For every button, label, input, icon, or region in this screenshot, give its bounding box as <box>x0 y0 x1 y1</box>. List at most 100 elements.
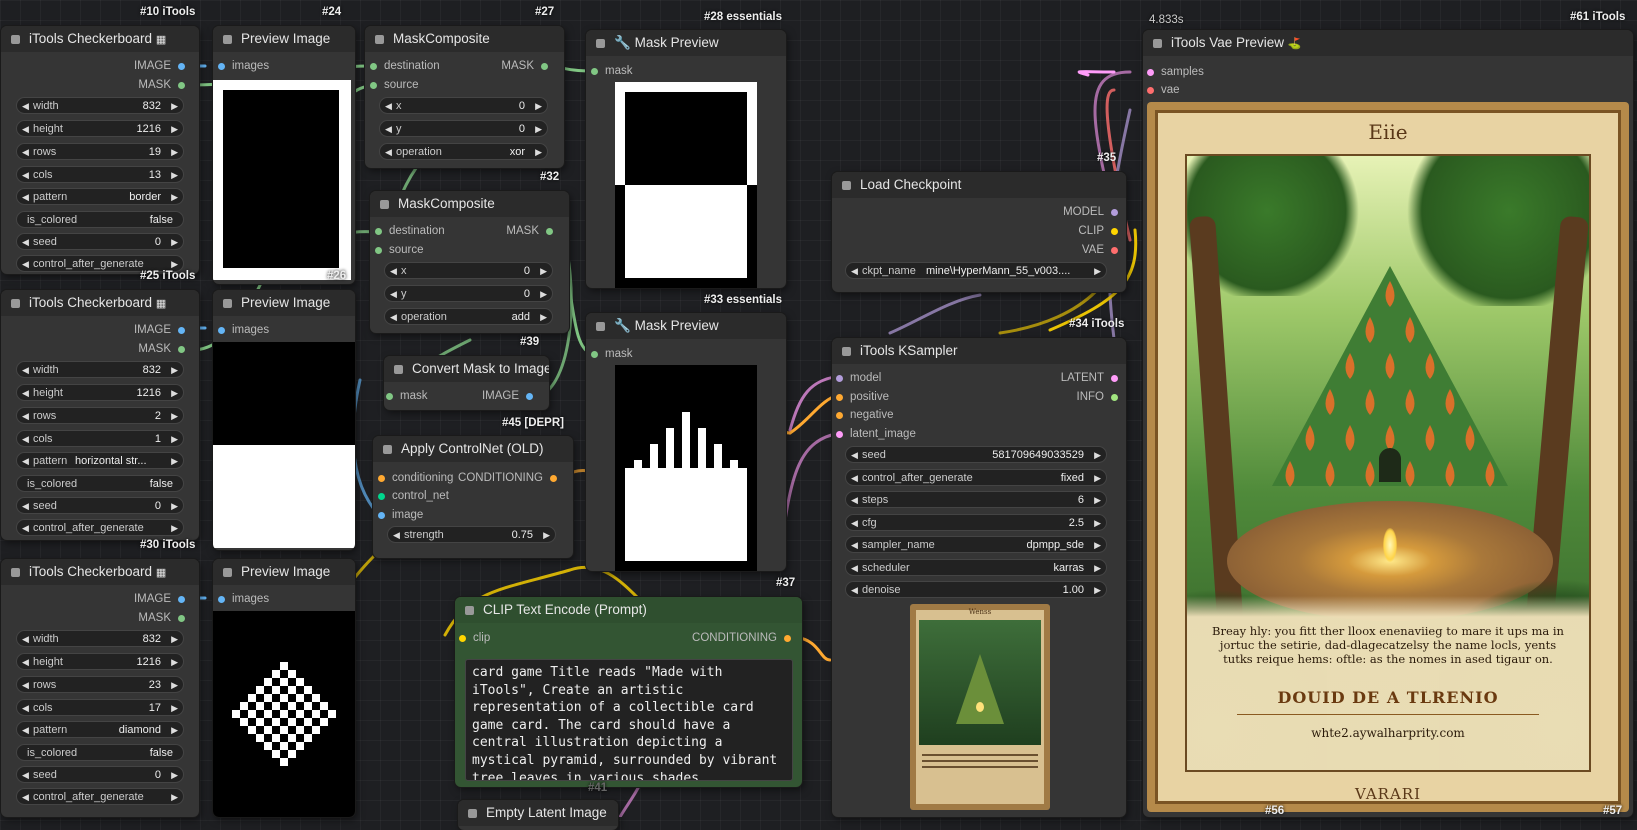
node-header[interactable]: Preview Image <box>213 290 355 316</box>
collapse-dot-icon[interactable] <box>380 200 389 209</box>
widget-cols[interactable]: ◀ cols 17 ▶ <box>16 699 184 716</box>
node-header[interactable]: iTools Checkerboard ▦ <box>1 559 199 585</box>
widget-ckpt-name[interactable]: ◀ ckpt_name mine\HyperMann_55_v003.... ▶ <box>845 262 1107 279</box>
input-vae[interactable]: vae <box>1147 84 1180 96</box>
node-preview-image-26[interactable]: Preview Image images <box>213 290 355 550</box>
node-header[interactable]: Apply ControlNet (OLD) <box>373 436 573 462</box>
output-clip[interactable]: CLIP <box>1078 225 1118 237</box>
node-empty-latent-image[interactable]: Empty Latent Image <box>458 800 618 830</box>
node-header[interactable]: iTools KSampler <box>832 338 1126 364</box>
node-maskcomposite-32[interactable]: MaskComposite destination source MASK ◀ x… <box>370 191 569 333</box>
widget-width[interactable]: ◀ width 832 ▶ <box>16 97 184 114</box>
widget-cols[interactable]: ◀ cols 1 ▶ <box>16 430 184 447</box>
node-header[interactable]: 🔧 Mask Preview <box>586 313 786 339</box>
collapse-dot-icon[interactable] <box>394 365 403 374</box>
output-latent[interactable]: LATENT <box>1061 372 1118 384</box>
widget-control-after-generate[interactable]: ◀ control_after_generate ▶ <box>16 788 184 805</box>
node-checkerboard-30[interactable]: iTools Checkerboard ▦ IMAGE MASK ◀ width 8… <box>1 559 199 817</box>
node-header[interactable]: Convert Mask to Image <box>384 356 549 382</box>
widget-control-after-generate[interactable]: ◀ control_after_generate fixed ▶ <box>845 469 1107 486</box>
node-checkerboard-25[interactable]: iTools Checkerboard ▦ IMAGE MASK ◀ width 8… <box>1 290 199 540</box>
collapse-dot-icon[interactable] <box>596 39 605 48</box>
output-conditioning[interactable]: CONDITIONING <box>692 632 791 644</box>
output-mask[interactable]: MASK <box>138 612 185 624</box>
collapse-dot-icon[interactable] <box>223 299 232 308</box>
input-mask[interactable]: mask <box>591 348 632 360</box>
widget-y[interactable]: ◀ y 0 ▶ <box>384 285 553 302</box>
widget-x[interactable]: ◀ x 0 ▶ <box>379 97 548 114</box>
widget-operation[interactable]: ◀ operation add ▶ <box>384 308 553 325</box>
input-control-net[interactable]: control_net <box>378 490 449 502</box>
node-ksampler[interactable]: iTools KSampler model positive negative … <box>832 338 1126 817</box>
node-header[interactable]: Load Checkpoint <box>832 172 1126 198</box>
collapse-dot-icon[interactable] <box>375 35 384 44</box>
input-images[interactable]: images <box>218 60 269 72</box>
input-destination[interactable]: destination <box>370 60 440 72</box>
collapse-dot-icon[interactable] <box>383 445 392 454</box>
input-positive[interactable]: positive <box>836 391 889 403</box>
input-mask[interactable]: mask <box>386 390 427 402</box>
input-source[interactable]: source <box>375 244 424 256</box>
output-mask[interactable]: MASK <box>138 79 185 91</box>
input-clip[interactable]: clip <box>459 632 490 644</box>
node-mask-preview-28[interactable]: 🔧 Mask Preview mask <box>586 30 786 288</box>
input-destination[interactable]: destination <box>375 225 445 237</box>
widget-seed[interactable]: ◀ seed 0 ▶ <box>16 766 184 783</box>
node-header[interactable]: CLIP Text Encode (Prompt) <box>455 597 802 623</box>
node-header[interactable]: Empty Latent Image <box>458 800 618 826</box>
widget-steps[interactable]: ◀ steps 6 ▶ <box>845 491 1107 508</box>
input-model[interactable]: model <box>836 372 881 384</box>
node-mask-preview-33[interactable]: 🔧 Mask Preview mask <box>586 313 786 571</box>
widget-cols[interactable]: ◀ cols 13 ▶ <box>16 166 184 183</box>
widget-height[interactable]: ◀ height 1216 ▶ <box>16 653 184 670</box>
collapse-dot-icon[interactable] <box>465 606 474 615</box>
widget-rows[interactable]: ◀ rows 19 ▶ <box>16 143 184 160</box>
output-mask[interactable]: MASK <box>506 225 553 237</box>
input-source[interactable]: source <box>370 79 419 91</box>
node-preview-image-24[interactable]: Preview Image images <box>213 26 355 284</box>
widget-pattern[interactable]: ◀ pattern horizontal str... ▶ <box>16 452 184 469</box>
widget-sampler-name[interactable]: ◀ sampler_name dpmpp_sde ▶ <box>845 536 1107 553</box>
node-convert-mask-to-image[interactable]: Convert Mask to Image mask IMAGE <box>384 356 549 410</box>
collapse-dot-icon[interactable] <box>11 35 20 44</box>
widget-rows[interactable]: ◀ rows 23 ▶ <box>16 676 184 693</box>
node-vae-preview[interactable]: iTools Vae Preview ⛳ samples vae Eiie Br… <box>1143 30 1633 817</box>
node-header[interactable]: MaskComposite <box>370 191 569 217</box>
prompt-textarea[interactable]: card game Title reads "Made with iTools"… <box>465 659 793 781</box>
widget-operation[interactable]: ◀ operation xor ▶ <box>379 143 548 160</box>
output-conditioning[interactable]: CONDITIONING <box>458 472 557 484</box>
node-clip-text-encode[interactable]: CLIP Text Encode (Prompt) clip CONDITION… <box>455 597 802 787</box>
node-header[interactable]: Preview Image <box>213 26 355 52</box>
widget-pattern[interactable]: ◀ pattern diamond ▶ <box>16 721 184 738</box>
widget-scheduler[interactable]: ◀ scheduler karras ▶ <box>845 559 1107 576</box>
output-mask[interactable]: MASK <box>138 343 185 355</box>
collapse-dot-icon[interactable] <box>11 568 20 577</box>
collapse-dot-icon[interactable] <box>842 181 851 190</box>
input-image[interactable]: image <box>378 509 423 521</box>
collapse-dot-icon[interactable] <box>842 347 851 356</box>
node-header[interactable]: MaskComposite <box>365 26 564 52</box>
collapse-dot-icon[interactable] <box>11 299 20 308</box>
widget-rows[interactable]: ◀ rows 2 ▶ <box>16 407 184 424</box>
node-load-checkpoint[interactable]: Load Checkpoint MODEL CLIP VAE ◀ ckpt_nam… <box>832 172 1126 292</box>
widget-seed[interactable]: ◀ seed 0 ▶ <box>16 497 184 514</box>
output-mask[interactable]: MASK <box>501 60 548 72</box>
output-image[interactable]: IMAGE <box>134 324 185 336</box>
collapse-dot-icon[interactable] <box>223 568 232 577</box>
input-samples[interactable]: samples <box>1147 66 1204 78</box>
input-mask[interactable]: mask <box>591 65 632 77</box>
input-images[interactable]: images <box>218 324 269 336</box>
node-maskcomposite-27[interactable]: MaskComposite destination source MASK ◀ x… <box>365 26 564 168</box>
output-vae[interactable]: VAE <box>1082 244 1118 256</box>
collapse-dot-icon[interactable] <box>1153 39 1162 48</box>
widget-pattern[interactable]: ◀ pattern border ▶ <box>16 188 184 205</box>
collapse-dot-icon[interactable] <box>223 35 232 44</box>
node-header[interactable]: 🔧 Mask Preview <box>586 30 786 56</box>
node-header[interactable]: iTools Checkerboard ▦ <box>1 290 199 316</box>
input-latent-image[interactable]: latent_image <box>836 428 916 440</box>
widget-height[interactable]: ◀ height 1216 ▶ <box>16 120 184 137</box>
widget-seed[interactable]: ◀ seed 0 ▶ <box>16 233 184 250</box>
widget-width[interactable]: ◀ width 832 ▶ <box>16 630 184 647</box>
node-checkerboard-10[interactable]: iTools Checkerboard ▦ IMAGE MASK ◀ width 8… <box>1 26 199 274</box>
input-images[interactable]: images <box>218 593 269 605</box>
